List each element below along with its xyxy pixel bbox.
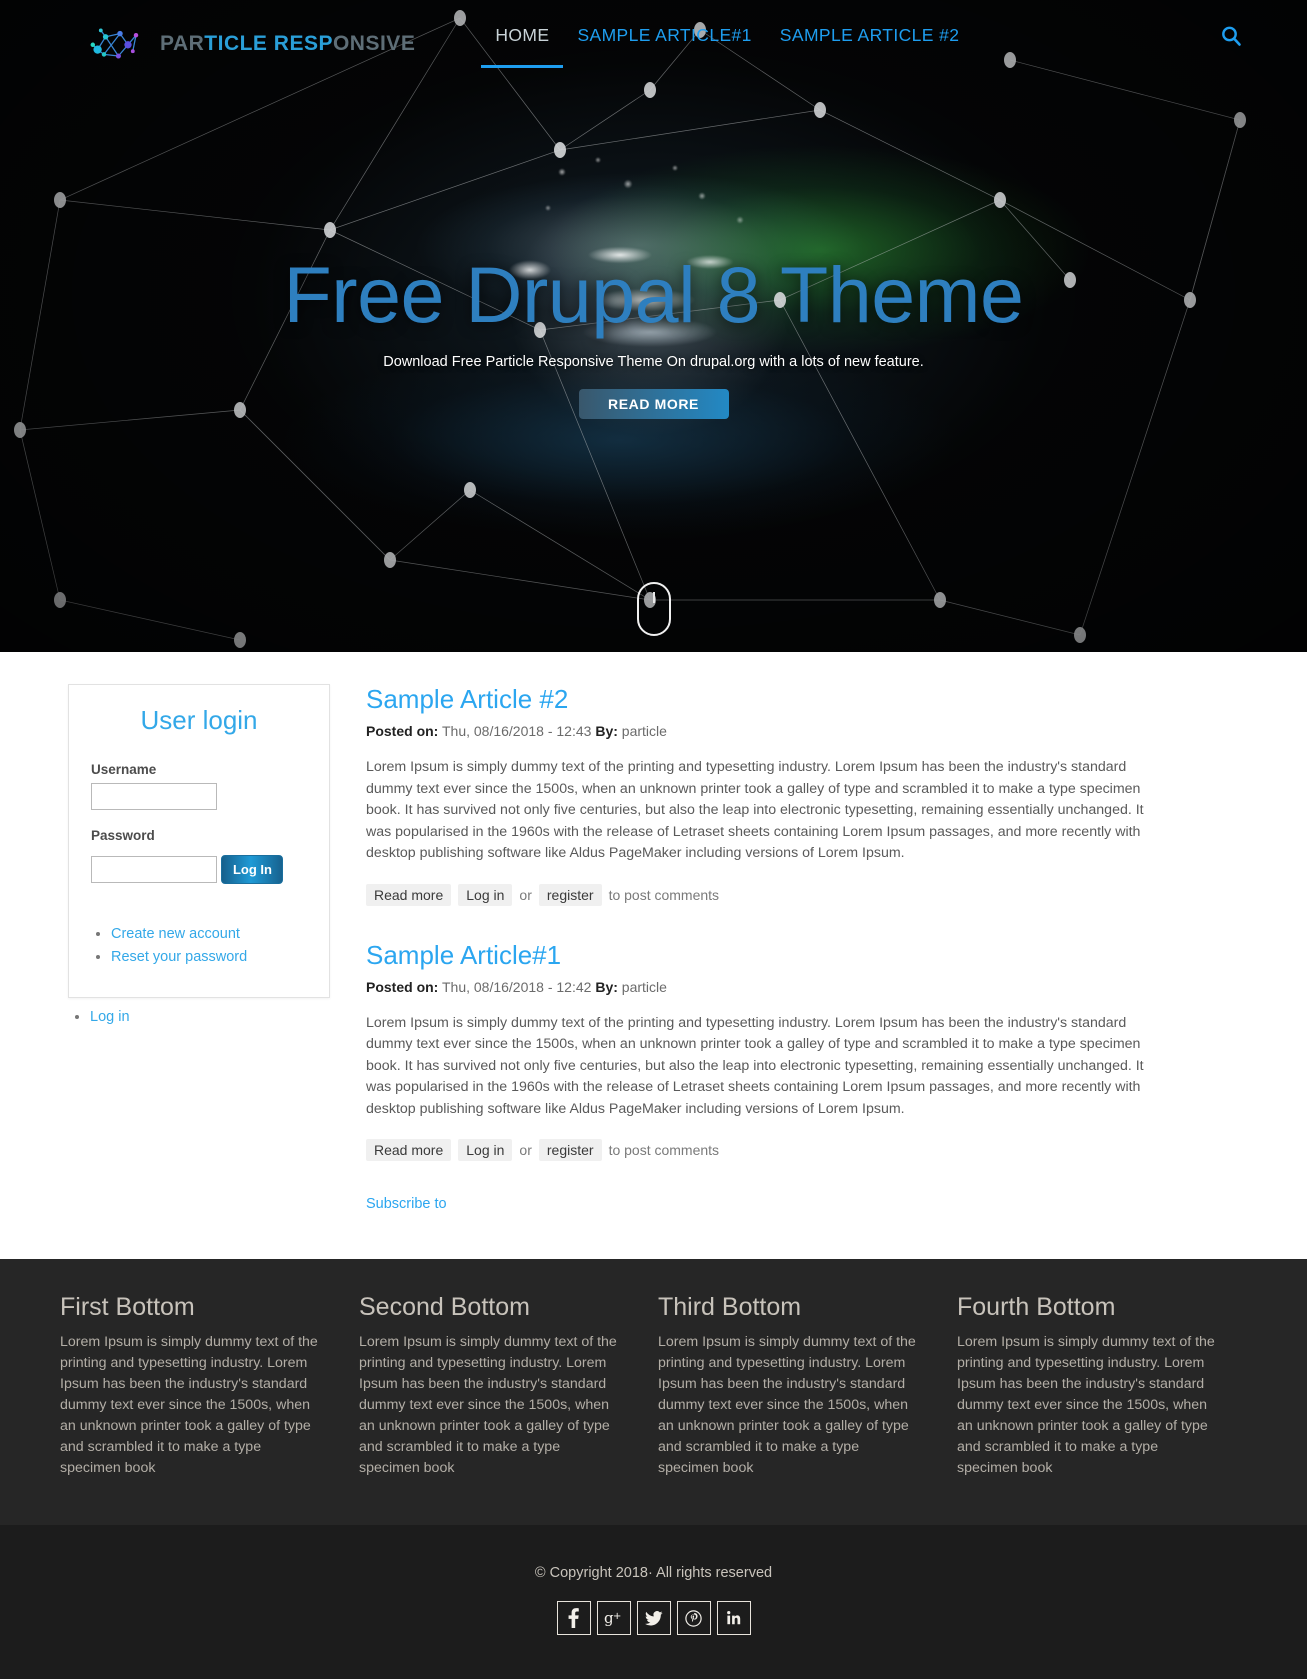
list-item: Log in <box>90 1008 330 1026</box>
footer-columns: First Bottom Lorem Ipsum is simply dummy… <box>0 1259 1307 1525</box>
twitter-icon[interactable] <box>636 1601 671 1635</box>
article-item-1: Sample Article#1 Posted on: Thu, 08/16/2… <box>366 940 1160 1161</box>
pinterest-icon[interactable] <box>676 1601 711 1635</box>
read-more-link[interactable]: Read more <box>366 883 452 906</box>
mouse-scroll-icon[interactable] <box>636 582 671 636</box>
nav-item-sample-article-2[interactable]: SAMPLE ARTICLE #2 <box>766 22 974 68</box>
login-submit-button[interactable]: Log In <box>221 855 284 884</box>
footer-column-fourth: Fourth Bottom Lorem Ipsum is simply dumm… <box>957 1293 1222 1479</box>
to-post-comments-text: to post comments <box>608 1142 720 1158</box>
posted-on-value: Thu, 08/16/2018 - 12:42 <box>441 978 592 995</box>
article-title[interactable]: Sample Article#1 <box>366 940 1160 971</box>
read-more-link[interactable]: Read more <box>366 1139 452 1161</box>
footer-column-third: Third Bottom Lorem Ipsum is simply dummy… <box>658 1293 923 1479</box>
hero-subtitle: Download Free Particle Responsive Theme … <box>383 353 924 370</box>
article-title[interactable]: Sample Article #2 <box>366 684 1160 715</box>
linkedin-glyph <box>726 1611 740 1625</box>
navbar: PARTICLE RESPONSIVE HOME SAMPLE ARTICLE#… <box>0 0 1307 92</box>
nav-item-sample-article-1[interactable]: SAMPLE ARTICLE#1 <box>563 22 765 68</box>
sidebar-log-in-link[interactable]: Log in <box>90 1009 130 1025</box>
footer-column-text: Lorem Ipsum is simply dummy text of the … <box>957 1334 1215 1476</box>
posted-on-label: Posted on: <box>366 723 439 739</box>
reset-password-link[interactable]: Reset your password <box>111 949 247 965</box>
author-label: By: <box>595 723 618 739</box>
content-region: User login Username Password Log In Crea… <box>0 652 1307 1259</box>
register-link[interactable]: register <box>538 1139 602 1161</box>
or-text: or <box>519 1142 532 1158</box>
social-links: g + <box>0 1601 1307 1635</box>
brand-part-2: TICLE RESP <box>204 32 333 55</box>
brand[interactable]: PARTICLE RESPONSIVE <box>88 22 415 66</box>
footer-column-second: Second Bottom Lorem Ipsum is simply dumm… <box>359 1293 624 1479</box>
author-value: particle <box>621 723 667 739</box>
twitter-bird-glyph <box>644 1610 663 1625</box>
footer-column-title: Fourth Bottom <box>957 1293 1116 1321</box>
brand-part-1: PAR <box>160 32 205 55</box>
hero-section: PARTICLE RESPONSIVE HOME SAMPLE ARTICLE#… <box>0 0 1307 652</box>
copyright-text: © Copyright 2018· All rights reserved <box>534 1565 773 1581</box>
sidebar: User login Username Password Log In Crea… <box>0 684 330 1026</box>
footer-column-first: First Bottom Lorem Ipsum is simply dummy… <box>60 1293 325 1479</box>
login-helper-links: Create new account Reset your password <box>111 925 307 966</box>
subscribe-row: Subscribe to <box>366 1195 1160 1213</box>
article-links-row: Read more Log in or register to post com… <box>366 883 1160 906</box>
list-item: Reset your password <box>111 948 307 966</box>
or-text: or <box>519 886 532 903</box>
footer-column-text: Lorem Ipsum is simply dummy text of the … <box>359 1334 617 1476</box>
hero-title: Free Drupal 8 Theme <box>283 250 1024 339</box>
create-new-account-link[interactable]: Create new account <box>111 926 240 942</box>
password-input[interactable] <box>91 856 217 883</box>
hero-copy: Free Drupal 8 Theme Download Free Partic… <box>0 250 1307 419</box>
facebook-icon[interactable] <box>556 1601 591 1635</box>
log-in-link[interactable]: Log in <box>458 1139 513 1161</box>
search-icon[interactable] <box>1217 22 1245 50</box>
register-link[interactable]: register <box>538 883 602 906</box>
article-meta: Posted on: Thu, 08/16/2018 - 12:43 By: p… <box>366 723 1160 739</box>
google-plus-glyph: g + <box>604 1610 621 1626</box>
article-body: Lorem Ipsum is simply dummy text of the … <box>366 1014 1144 1117</box>
footer-column-title: Third Bottom <box>658 1293 802 1321</box>
svg-text:+: + <box>613 1611 621 1622</box>
posted-on-value: Thu, 08/16/2018 - 12:43 <box>441 723 592 739</box>
article-meta: Posted on: Thu, 08/16/2018 - 12:42 By: p… <box>366 979 1160 995</box>
linkedin-icon[interactable] <box>716 1601 751 1635</box>
article-list: Sample Article #2 Posted on: Thu, 08/16/… <box>330 684 1230 1213</box>
search-glass-glyph <box>1222 26 1241 46</box>
footer-column-text: Lorem Ipsum is simply dummy text of the … <box>60 1334 318 1476</box>
brand-part-3: ONSIVE <box>332 32 416 55</box>
user-login-block: User login Username Password Log In Crea… <box>68 684 330 998</box>
hero-read-more-button[interactable]: READ MORE <box>578 388 729 419</box>
brand-title: PARTICLE RESPONSIVE <box>160 32 415 56</box>
to-post-comments-text: to post comments <box>608 886 720 903</box>
footer-column-title: First Bottom <box>60 1293 195 1321</box>
author-value: particle <box>621 978 667 995</box>
username-label: Username <box>91 762 157 777</box>
google-plus-icon[interactable]: g + <box>596 1601 631 1635</box>
username-input[interactable] <box>91 783 217 810</box>
sidebar-below-links: Log in <box>90 1008 330 1026</box>
article-item-2: Sample Article #2 Posted on: Thu, 08/16/… <box>366 684 1160 906</box>
article-links-row: Read more Log in or register to post com… <box>366 1139 1160 1161</box>
user-login-title: User login <box>140 705 258 735</box>
log-in-link[interactable]: Log in <box>458 883 513 906</box>
article-body: Lorem Ipsum is simply dummy text of the … <box>366 759 1144 861</box>
footer-column-title: Second Bottom <box>359 1293 530 1321</box>
password-label: Password <box>91 828 155 843</box>
footer-bottom: © Copyright 2018· All rights reserved g … <box>0 1525 1307 1679</box>
pinterest-glyph <box>685 1609 702 1627</box>
main-navigation: HOME SAMPLE ARTICLE#1 SAMPLE ARTICLE #2 <box>481 22 973 68</box>
list-item: Create new account <box>111 925 307 943</box>
particle-logo-icon <box>90 28 139 59</box>
subscribe-to-link[interactable]: Subscribe to <box>366 1196 447 1212</box>
footer-column-text: Lorem Ipsum is simply dummy text of the … <box>658 1334 916 1476</box>
author-label: By: <box>595 978 618 995</box>
facebook-glyph <box>568 1608 579 1628</box>
posted-on-label: Posted on: <box>366 978 439 995</box>
nav-item-home[interactable]: HOME <box>481 22 564 68</box>
